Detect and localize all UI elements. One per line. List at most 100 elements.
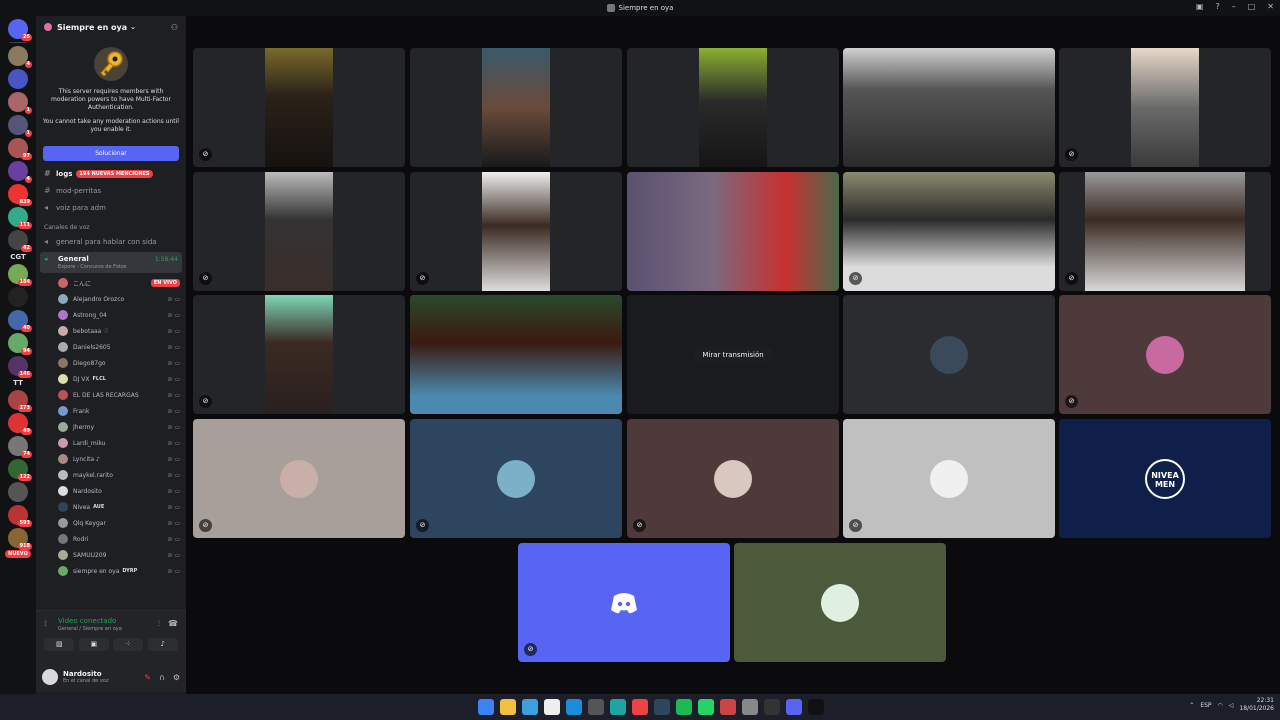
voice-member[interactable]: siempre en oya DYRP ⊘ ▭ xyxy=(36,563,186,579)
voice-channel-general[interactable]: ◂ General 1:58:44 Expore - Concurso de F… xyxy=(40,252,182,273)
participant-tile[interactable]: ⊘ xyxy=(843,172,1055,291)
chevron-up-icon[interactable]: ⌃ xyxy=(1189,702,1194,709)
server-text-icon[interactable]: TT xyxy=(0,379,36,387)
server-icon[interactable]: 40 xyxy=(8,310,32,332)
server-icon[interactable]: 593 xyxy=(8,505,32,527)
maximize-button[interactable]: □ xyxy=(1248,2,1256,11)
participant-tile[interactable]: ⊘ xyxy=(1059,48,1271,167)
server-icon[interactable]: 4 xyxy=(8,161,32,183)
server-icon[interactable]: 111 xyxy=(8,207,32,229)
volume-icon[interactable]: ◁ xyxy=(1229,702,1234,709)
activities-button[interactable]: ⁘ xyxy=(113,638,144,651)
server-icon[interactable]: 42 xyxy=(8,230,32,252)
participant-tile[interactable]: ⊘ xyxy=(193,48,405,167)
category-voice[interactable]: Canales de voz xyxy=(36,216,186,233)
gear-icon[interactable]: ⚙ xyxy=(173,673,180,682)
server-header[interactable]: Siempre en oya ⌄ ⚇ xyxy=(36,16,186,38)
voice-channel-general-para-hablar[interactable]: ◂ general para hablar con sida xyxy=(36,233,186,250)
participant-tile[interactable]: ⊘ xyxy=(410,419,622,538)
voice-member[interactable]: maykel.rarito ⊘ ▭ xyxy=(36,467,186,483)
spotify-icon[interactable] xyxy=(676,699,692,715)
participant-tile[interactable] xyxy=(734,543,946,662)
search-icon[interactable] xyxy=(500,699,516,715)
participant-tile[interactable]: NIVEA MEN xyxy=(1059,419,1271,538)
screen-share-button[interactable]: ▣ xyxy=(78,638,109,651)
epic-icon[interactable] xyxy=(764,699,780,715)
voice-member[interactable]: Alejandro Orozco ⊘ ▭ xyxy=(36,291,186,307)
voice-member[interactable]: Lardi_miku ⊘ ▭ xyxy=(36,435,186,451)
server-icon[interactable]: 918 xyxy=(8,528,32,550)
participant-tile[interactable]: ⊘ xyxy=(518,543,730,662)
participant-tile[interactable] xyxy=(410,48,622,167)
windows-start-icon[interactable] xyxy=(478,699,494,715)
channel-logs[interactable]: # logs 194 NUEVAS MENCIONES xyxy=(36,165,186,182)
settings-icon[interactable] xyxy=(742,699,758,715)
inbox-icon[interactable]: ▣ xyxy=(1196,2,1204,11)
voice-member[interactable]: Jhermy ⊘ ▭ xyxy=(36,419,186,435)
mic-muted-icon[interactable]: ✎ xyxy=(144,673,151,682)
voice-member[interactable]: DJ VX FLCL ⊘ ▭ xyxy=(36,371,186,387)
server-icon[interactable]: 94 xyxy=(8,333,32,355)
help-icon[interactable]: ? xyxy=(1215,2,1219,11)
voice-member[interactable]: Lyncita ♪ ⊘ ▭ xyxy=(36,451,186,467)
close-button[interactable]: ✕ xyxy=(1267,2,1274,11)
voice-member[interactable]: Qlq Keygar ⊘ ▭ xyxy=(36,515,186,531)
server-icon[interactable]: 1 xyxy=(8,92,32,114)
channel-mod-perritas[interactable]: # mod-perritas xyxy=(36,182,186,199)
fix-button[interactable]: Solucionar xyxy=(43,146,179,161)
participant-tile[interactable] xyxy=(843,48,1055,167)
voice-member[interactable]: SAMUU209 ⊘ ▭ xyxy=(36,547,186,563)
chrome-icon[interactable] xyxy=(632,699,648,715)
wifi-icon[interactable]: ◠ xyxy=(1218,702,1223,709)
server-icon[interactable]: 122 xyxy=(8,459,32,481)
participant-tile[interactable]: ⊘ xyxy=(193,419,405,538)
store-icon[interactable] xyxy=(566,699,582,715)
voice-member[interactable]: Nivea AUE ⊘ ▭ xyxy=(36,499,186,515)
server-icon[interactable] xyxy=(8,287,28,307)
server-icon[interactable]: 74 xyxy=(8,436,32,458)
server-icon[interactable]: 4 xyxy=(8,46,32,68)
server-icon[interactable]: 839 xyxy=(8,184,32,206)
server-icon[interactable]: 184 xyxy=(8,264,32,286)
game-icon[interactable] xyxy=(720,699,736,715)
participant-tile[interactable]: ⊘ xyxy=(843,419,1055,538)
server-text-icon[interactable]: CGT xyxy=(0,253,36,261)
avatar[interactable] xyxy=(42,669,58,685)
voice-member[interactable]: こんに EN VIVO xyxy=(36,275,186,291)
edge-icon[interactable] xyxy=(610,699,626,715)
server-icon[interactable]: 273 xyxy=(8,390,32,412)
voice-member[interactable]: EL DE LAS RECARGAS ⊘ ▭ xyxy=(36,387,186,403)
watch-stream-button[interactable]: Mirar transmisión xyxy=(694,346,772,363)
widgets-icon[interactable] xyxy=(522,699,538,715)
voice-member[interactable]: Astrong_04 ⊘ ▭ xyxy=(36,307,186,323)
participant-tile[interactable]: ⊘ xyxy=(410,172,622,291)
server-icon[interactable] xyxy=(8,482,28,502)
voice-member[interactable]: Nardosito ⊘ ▭ xyxy=(36,483,186,499)
voice-member[interactable]: bebotaaa ♡ ⊘ ▭ xyxy=(36,323,186,339)
noise-suppression-icon[interactable]: ⫶ xyxy=(158,619,160,629)
server-icon[interactable]: 97 xyxy=(8,138,32,160)
whatsapp-icon[interactable] xyxy=(698,699,714,715)
channel-voiz-para-adm[interactable]: ◂ voiz para adm xyxy=(36,199,186,216)
browser-icon[interactable] xyxy=(588,699,604,715)
voice-member[interactable]: Frank ⊘ ▭ xyxy=(36,403,186,419)
participant-tile[interactable]: Mirar transmisión xyxy=(627,295,839,414)
participant-tile[interactable]: ⊘ xyxy=(1059,295,1271,414)
participant-tile[interactable]: ⊘ xyxy=(193,172,405,291)
participant-tile[interactable] xyxy=(627,48,839,167)
minimize-button[interactable]: – xyxy=(1232,2,1236,11)
camera-off-button[interactable]: ▨ xyxy=(44,638,75,651)
participant-tile[interactable] xyxy=(843,295,1055,414)
voice-member[interactable]: Daniels2605 ⊘ ▭ xyxy=(36,339,186,355)
server-icon[interactable]: 146 xyxy=(8,356,32,378)
soundboard-button[interactable]: ♪ xyxy=(147,638,178,651)
participant-tile[interactable]: ⊘ xyxy=(193,295,405,414)
server-icon[interactable] xyxy=(8,69,28,89)
participant-tile[interactable]: ⊘ xyxy=(1059,172,1271,291)
server-icon[interactable]: 49 xyxy=(8,413,32,435)
discord-icon[interactable] xyxy=(786,699,802,715)
add-member-icon[interactable]: ⚇ xyxy=(171,23,178,32)
clock[interactable]: 22:31 18/01/2026 xyxy=(1239,697,1274,713)
participant-tile[interactable] xyxy=(627,172,839,291)
headphones-icon[interactable]: ∩ xyxy=(159,673,165,682)
